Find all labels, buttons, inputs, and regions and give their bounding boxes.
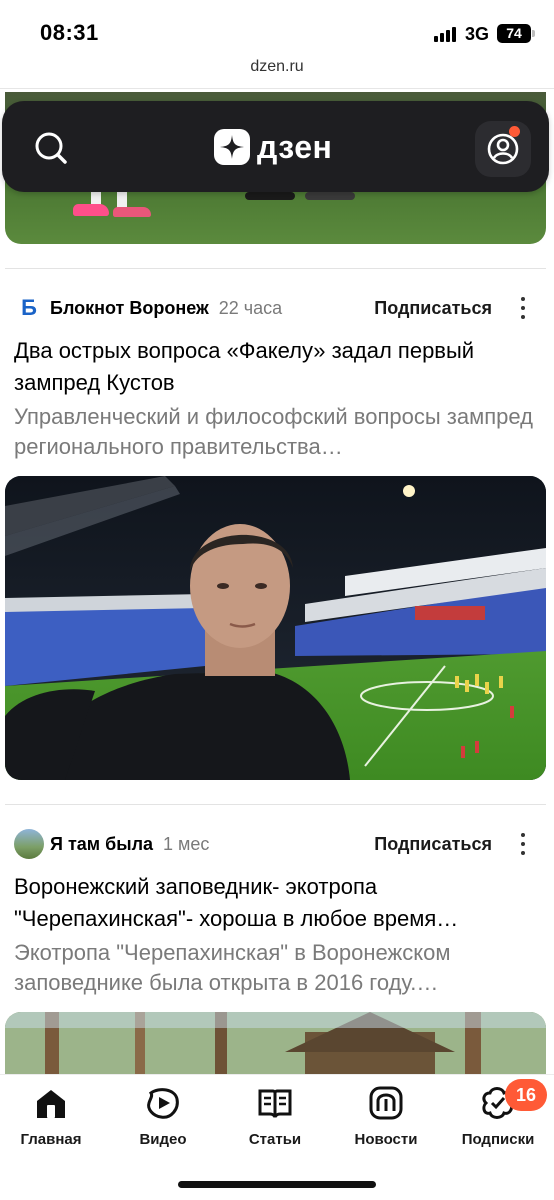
search-button[interactable] bbox=[28, 125, 74, 171]
subscriptions-badge: 16 bbox=[505, 1079, 547, 1111]
home-icon bbox=[37, 1090, 65, 1118]
post-meta: Б Блокнот Воронеж 22 часа Подписаться bbox=[14, 293, 544, 323]
post-description[interactable]: Экотропа "Черепахинская" в Воронежском з… bbox=[14, 938, 548, 998]
battery-icon: 74 bbox=[497, 24, 531, 43]
address-bar[interactable]: dzen.ru bbox=[0, 58, 554, 76]
battery-tip bbox=[532, 30, 535, 37]
signal-icon bbox=[434, 26, 456, 42]
post-title-text: Воронежский заповедник- экотропа "Черепа… bbox=[14, 874, 459, 931]
subscribe-button[interactable]: Подписаться bbox=[374, 298, 492, 319]
video-icon bbox=[147, 1088, 179, 1119]
post-description[interactable]: Управленческий и философский вопросы зам… bbox=[14, 402, 548, 462]
book-icon bbox=[258, 1089, 292, 1118]
source-avatar[interactable] bbox=[14, 829, 44, 859]
post-title[interactable]: Два острых вопроса «Факелу» задал первый… bbox=[14, 335, 548, 399]
post-time: 22 часа bbox=[218, 297, 283, 318]
source-name[interactable]: Я там была bbox=[50, 834, 153, 855]
nav-news[interactable]: Новости bbox=[338, 1083, 434, 1153]
source-avatar[interactable]: Б bbox=[14, 293, 44, 323]
nav-articles[interactable]: Статьи bbox=[227, 1083, 323, 1153]
divider bbox=[0, 88, 554, 89]
more-options-icon[interactable] bbox=[520, 297, 526, 319]
divider bbox=[5, 804, 546, 805]
stadium-selfie-image bbox=[5, 476, 546, 780]
more-options-icon[interactable] bbox=[520, 833, 526, 855]
dzen-logo-text: дзен bbox=[257, 128, 333, 165]
nav-home[interactable]: Главная bbox=[3, 1083, 99, 1153]
home-indicator[interactable] bbox=[178, 1181, 376, 1188]
divider bbox=[5, 268, 546, 269]
nav-label: Статьи bbox=[248, 1131, 302, 1148]
search-icon bbox=[35, 132, 67, 164]
nav-label: Новости bbox=[354, 1131, 418, 1148]
source-name[interactable]: Блокнот Воронеж bbox=[50, 298, 209, 319]
dzen-logo[interactable]: дзен bbox=[214, 127, 332, 167]
nav-label: Главная bbox=[20, 1131, 82, 1148]
notification-dot bbox=[509, 126, 520, 137]
profile-icon bbox=[487, 133, 519, 165]
nav-label: Видео bbox=[139, 1131, 187, 1148]
post-title[interactable]: Воронежский заповедник- экотропа "Черепа… bbox=[14, 871, 548, 935]
status-time: 08:31 bbox=[40, 20, 99, 45]
post-image[interactable] bbox=[5, 476, 546, 780]
post-meta: Я там была 1 мес Подписаться bbox=[14, 829, 544, 859]
nav-video[interactable]: Видео bbox=[115, 1083, 211, 1153]
status-bar: 08:31 3G 74 bbox=[0, 0, 554, 58]
dzen-logo-icon bbox=[214, 129, 250, 165]
nav-label: Подписки bbox=[461, 1131, 535, 1148]
dzen-header: дзен bbox=[2, 101, 549, 192]
news-icon bbox=[369, 1086, 403, 1120]
post-time: 1 мес bbox=[163, 833, 210, 854]
network-type: 3G bbox=[465, 24, 490, 44]
forest-image bbox=[5, 1012, 546, 1082]
post-image[interactable] bbox=[5, 1012, 546, 1082]
profile-button[interactable] bbox=[475, 121, 531, 177]
subscribe-button[interactable]: Подписаться bbox=[374, 834, 492, 855]
